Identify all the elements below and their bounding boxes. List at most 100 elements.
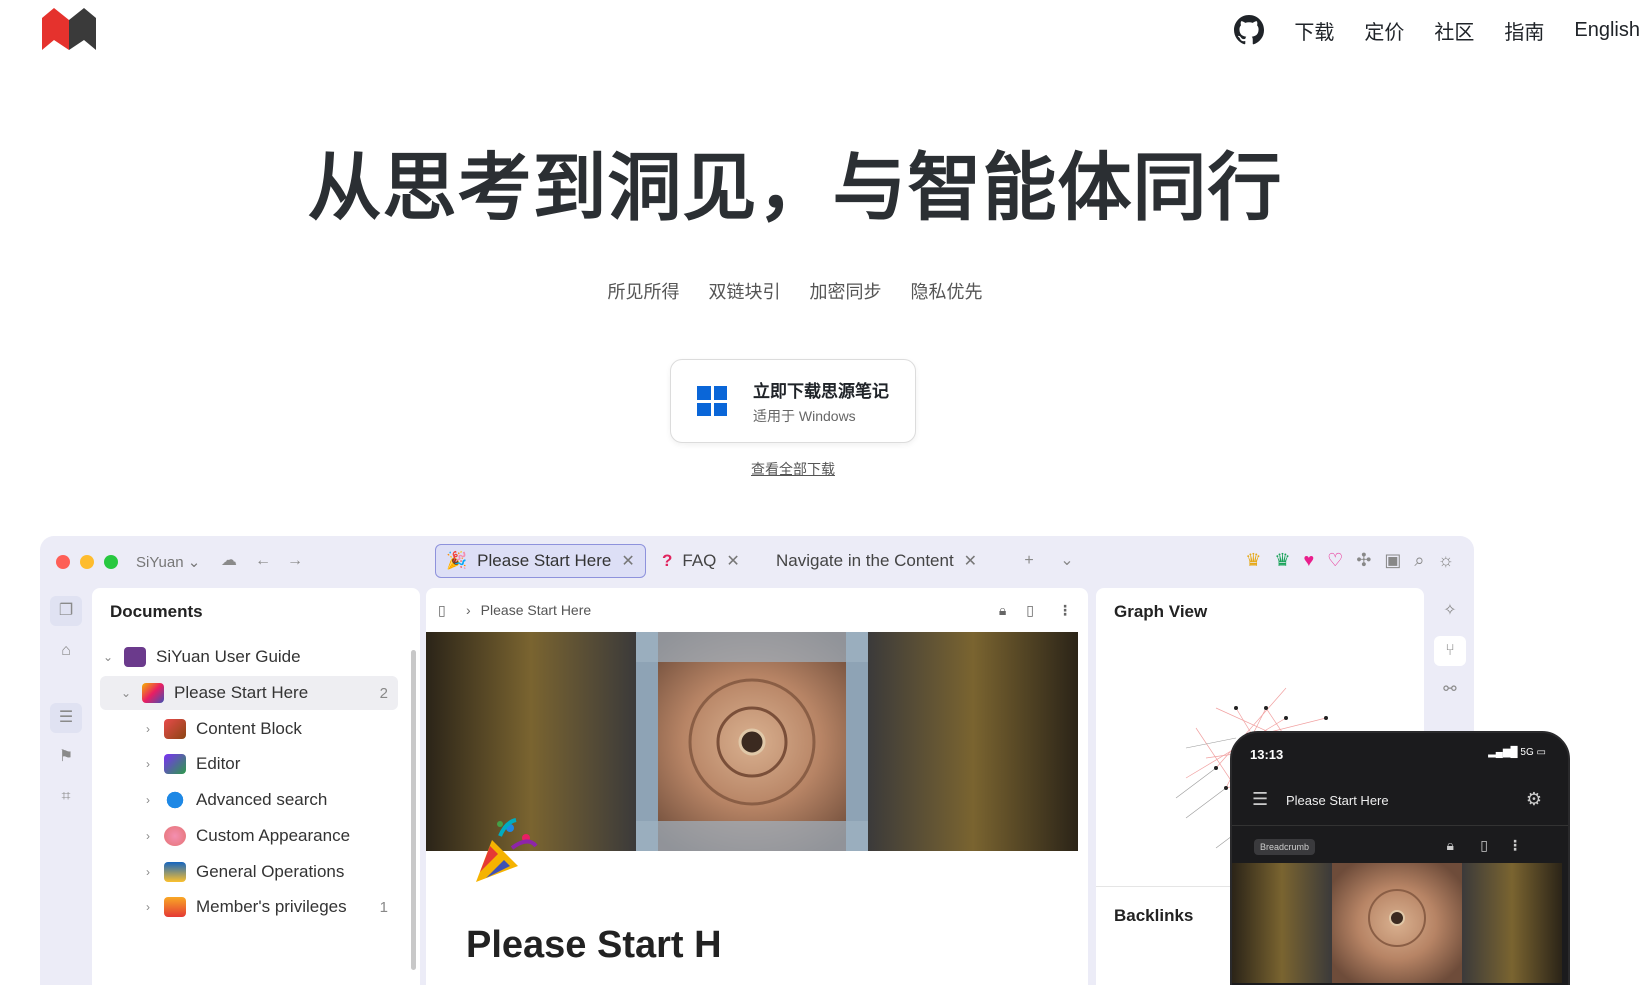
forward-arrow-icon[interactable]: → bbox=[286, 552, 304, 570]
nav-language[interactable]: English bbox=[1574, 19, 1640, 42]
party-popper-icon bbox=[476, 818, 538, 882]
file-tree-icon[interactable]: ❐ bbox=[50, 596, 82, 626]
block-icon bbox=[164, 719, 186, 739]
tree-item-general-operations[interactable]: › General Operations bbox=[140, 855, 398, 889]
tree-item-editor[interactable]: › Editor bbox=[140, 747, 398, 781]
nav-pricing[interactable]: 定价 bbox=[1364, 16, 1404, 45]
download-label: 立即下载思源笔记 bbox=[753, 381, 889, 401]
party-icon: 🎉 bbox=[446, 551, 468, 570]
bookmark-icon[interactable]: ⚑ bbox=[50, 742, 82, 772]
chevron-down-icon[interactable]: ⌄ bbox=[100, 650, 116, 664]
phone-cover-image bbox=[1232, 863, 1562, 983]
signal-icon: ▂▄▆█ bbox=[1488, 747, 1518, 758]
add-tab-icon[interactable]: + bbox=[1020, 552, 1038, 570]
more-vertical-icon[interactable]: ⋮ bbox=[1058, 602, 1072, 619]
maximize-dot[interactable] bbox=[104, 555, 118, 569]
crown-gold-icon[interactable]: ♛ bbox=[1245, 550, 1261, 571]
party-icon bbox=[142, 683, 164, 703]
nav-guide[interactable]: 指南 bbox=[1504, 16, 1544, 45]
chevron-right-icon[interactable]: › bbox=[140, 865, 156, 879]
palette-icon bbox=[164, 826, 186, 846]
breadcrumb[interactable]: Please Start Here bbox=[481, 602, 592, 618]
feature-wysiwyg: 所见所得 bbox=[607, 282, 680, 302]
chevron-down-icon[interactable]: ⌄ bbox=[118, 686, 134, 700]
heart-filled-icon[interactable]: ♥ bbox=[1303, 550, 1314, 571]
close-dot[interactable] bbox=[56, 555, 70, 569]
outline-icon[interactable]: ☰ bbox=[50, 703, 82, 733]
heart-outline-icon[interactable]: ♡ bbox=[1327, 550, 1343, 571]
chevron-right-icon[interactable]: › bbox=[140, 757, 156, 771]
nav-download[interactable]: 下载 bbox=[1294, 16, 1334, 45]
tab-faq[interactable]: ? FAQ ✕ bbox=[652, 544, 750, 578]
documents-panel: Documents ⌄ SiYuan User Guide ⌄ Please S… bbox=[92, 588, 420, 985]
nav-community[interactable]: 社区 bbox=[1434, 16, 1474, 45]
tab-list-chevron-icon[interactable]: ⌄ bbox=[1058, 552, 1076, 570]
terminal-icon[interactable]: ▣ bbox=[1384, 550, 1401, 571]
books-icon bbox=[164, 754, 186, 774]
tree-item-custom-appearance[interactable]: › Custom Appearance bbox=[140, 819, 398, 853]
tree-item-content-block[interactable]: › Content Block bbox=[140, 712, 398, 746]
ai-wand-icon[interactable]: ✧ bbox=[1434, 596, 1466, 626]
magnifier-icon bbox=[164, 790, 186, 810]
feature-block-ref: 双链块引 bbox=[708, 282, 781, 302]
chevron-right-icon[interactable]: › bbox=[140, 722, 156, 736]
documents-title: Documents bbox=[110, 602, 203, 621]
chevron-right-icon[interactable]: › bbox=[140, 793, 156, 807]
tree-item-please-start-here[interactable]: ⌄ Please Start Here 2 bbox=[100, 676, 398, 710]
tree-item-members-privileges[interactable]: › Member's privileges 1 bbox=[140, 890, 398, 924]
chevron-right-icon: › bbox=[466, 602, 471, 618]
close-tab-icon[interactable]: ✕ bbox=[964, 551, 977, 571]
phone-doc-title: Please Start Here bbox=[1286, 793, 1389, 808]
theme-sun-icon[interactable]: ☼ bbox=[1438, 550, 1455, 571]
graph-view-title: Graph View bbox=[1114, 602, 1208, 621]
graph-nodes-icon[interactable]: ⚯ bbox=[1434, 675, 1466, 705]
tree-item-advanced-search[interactable]: › Advanced search bbox=[140, 783, 398, 817]
close-tab-icon[interactable]: ✕ bbox=[621, 551, 634, 571]
tab-please-start-here[interactable]: 🎉 Please Start Here ✕ bbox=[435, 544, 646, 578]
tag-icon[interactable]: ⌗ bbox=[50, 782, 82, 812]
question-icon: ? bbox=[662, 551, 673, 570]
github-icon[interactable] bbox=[1234, 15, 1265, 45]
doc-icon[interactable]: ▯ bbox=[438, 602, 456, 619]
file-icon[interactable]: ▯ bbox=[1480, 837, 1488, 854]
back-arrow-icon[interactable]: ← bbox=[254, 552, 272, 570]
plugin-icon[interactable]: ✣ bbox=[1356, 550, 1371, 571]
workspace-name[interactable]: SiYuan ⌄ bbox=[136, 553, 200, 571]
more-vertical-icon[interactable]: ⋮ bbox=[1508, 837, 1522, 854]
backlinks-title: Backlinks bbox=[1114, 906, 1194, 925]
all-downloads-link[interactable]: 查看全部下载 bbox=[0, 459, 1586, 479]
search-icon[interactable]: ⌕ bbox=[1414, 550, 1424, 571]
sync-cloud-icon[interactable]: ☁ bbox=[220, 552, 238, 570]
editor-panel: ▯ › Please Start Here 🔒︎ ▯ ⋮ Please Star… bbox=[426, 588, 1088, 985]
hero-features: 所见所得 双链块引 加密同步 隐私优先 bbox=[0, 278, 1590, 304]
battery-icon: ▭ bbox=[1536, 747, 1546, 758]
feature-encrypted-sync: 加密同步 bbox=[809, 282, 882, 302]
close-tab-icon[interactable]: ✕ bbox=[726, 551, 739, 571]
mobile-preview: 13:13 ▂▄▆█ 5G ▭ ☰ Please Start Here ⚙ Br… bbox=[1230, 731, 1570, 985]
hero-title: 从思考到洞见，与智能体同行 bbox=[307, 146, 1283, 229]
notebook-icon bbox=[124, 647, 146, 667]
siyuan-logo[interactable] bbox=[40, 6, 98, 52]
tab-navigate-content[interactable]: Navigate in the Content ✕ bbox=[766, 544, 987, 578]
menu-icon[interactable]: ☰ bbox=[1252, 789, 1268, 810]
doc-tree-scrollbar[interactable] bbox=[411, 650, 416, 970]
inbox-icon[interactable]: ⌂ bbox=[50, 636, 82, 666]
document-title[interactable]: Please Start H bbox=[466, 924, 722, 967]
lock-icon[interactable]: 🔒︎ bbox=[1447, 837, 1454, 854]
crown-green-icon[interactable]: ♛ bbox=[1274, 550, 1290, 571]
titlebar-right-icons: ♛ ♛ ♥ ♡ ✣ ▣ ⌕ ☼ bbox=[1245, 550, 1454, 571]
minimize-dot[interactable] bbox=[80, 555, 94, 569]
chevron-right-icon[interactable]: › bbox=[140, 829, 156, 843]
chevron-right-icon[interactable]: › bbox=[140, 900, 156, 914]
settings-gear-icon[interactable]: ⚙ bbox=[1526, 789, 1542, 810]
feature-privacy: 隐私优先 bbox=[910, 282, 983, 302]
download-windows-button[interactable]: 立即下载思源笔记 适用于 Windows bbox=[670, 359, 916, 443]
tree-item-user-guide[interactable]: ⌄ SiYuan User Guide bbox=[100, 640, 398, 674]
phone-breadcrumb[interactable]: Breadcrumb bbox=[1254, 839, 1316, 855]
crown-icon bbox=[164, 897, 186, 917]
windows-icon bbox=[697, 386, 727, 416]
lock-icon[interactable]: 🔒︎ bbox=[999, 602, 1006, 619]
file-icon[interactable]: ▯ bbox=[1026, 602, 1034, 619]
editor-breadcrumb-bar: ▯ › Please Start Here 🔒︎ ▯ ⋮ bbox=[426, 588, 1088, 632]
git-branch-icon[interactable]: ⑂ bbox=[1434, 636, 1466, 666]
